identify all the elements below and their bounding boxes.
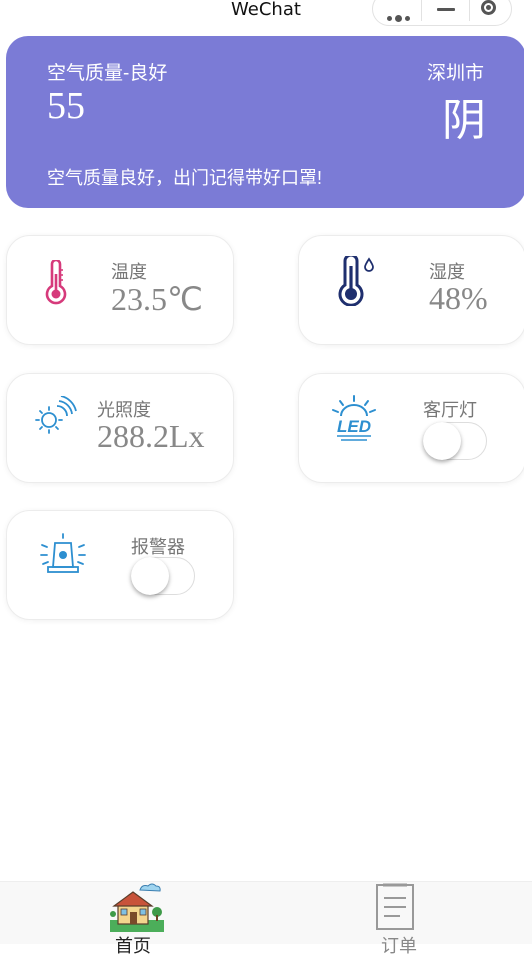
thermometer-humidity-icon bbox=[337, 253, 377, 310]
house-icon bbox=[110, 882, 164, 936]
temperature-card: 温度 23.5℃ bbox=[6, 235, 234, 345]
light-card: 光照度 288.2Lx bbox=[6, 373, 234, 483]
thermometer-icon bbox=[43, 258, 69, 310]
air-quality-value: 55 bbox=[47, 85, 85, 127]
bottom-tab-bar: 首页 订单 bbox=[0, 881, 532, 956]
tab-orders[interactable]: 订单 bbox=[266, 882, 532, 956]
living-room-light-card: LED 客厅灯 bbox=[298, 373, 526, 483]
tab-home[interactable]: 首页 bbox=[0, 882, 266, 956]
living-room-light-switch[interactable] bbox=[423, 422, 487, 460]
svg-text:LED: LED bbox=[337, 417, 371, 436]
weather-condition: 阴 bbox=[442, 96, 486, 145]
led-icon: LED bbox=[329, 394, 379, 446]
tab-orders-label: 订单 bbox=[381, 936, 417, 956]
sun-icon bbox=[31, 395, 77, 444]
humidity-card: 湿度 48% bbox=[298, 235, 526, 345]
mini-program-capsule bbox=[372, 0, 512, 26]
light-value: 288.2Lx bbox=[97, 418, 205, 454]
document-icon bbox=[374, 882, 416, 936]
minimize-icon[interactable] bbox=[437, 8, 455, 11]
humidity-value: 48% bbox=[429, 280, 488, 316]
window-titlebar: WeChat bbox=[0, 0, 532, 30]
alarm-card: 报警器 bbox=[6, 510, 234, 620]
close-target-icon[interactable] bbox=[481, 0, 496, 15]
temperature-value: 23.5℃ bbox=[111, 281, 203, 317]
alarm-label: 报警器 bbox=[131, 537, 185, 557]
switch-knob bbox=[423, 422, 461, 460]
weather-tip: 空气质量良好，出门记得带好口罩! bbox=[47, 168, 322, 188]
switch-knob bbox=[131, 557, 169, 595]
living-room-light-label: 客厅灯 bbox=[423, 400, 477, 420]
alarm-switch[interactable] bbox=[131, 557, 195, 595]
window-edge bbox=[524, 40, 532, 900]
weather-banner: 空气质量-良好 55 深圳市 阴 空气质量良好，出门记得带好口罩! bbox=[6, 36, 526, 208]
city-name: 深圳市 bbox=[426, 63, 484, 84]
air-quality-label: 空气质量-良好 bbox=[47, 63, 168, 84]
more-icon[interactable] bbox=[387, 6, 413, 25]
tab-home-label: 首页 bbox=[115, 936, 151, 956]
siren-icon bbox=[39, 533, 87, 581]
